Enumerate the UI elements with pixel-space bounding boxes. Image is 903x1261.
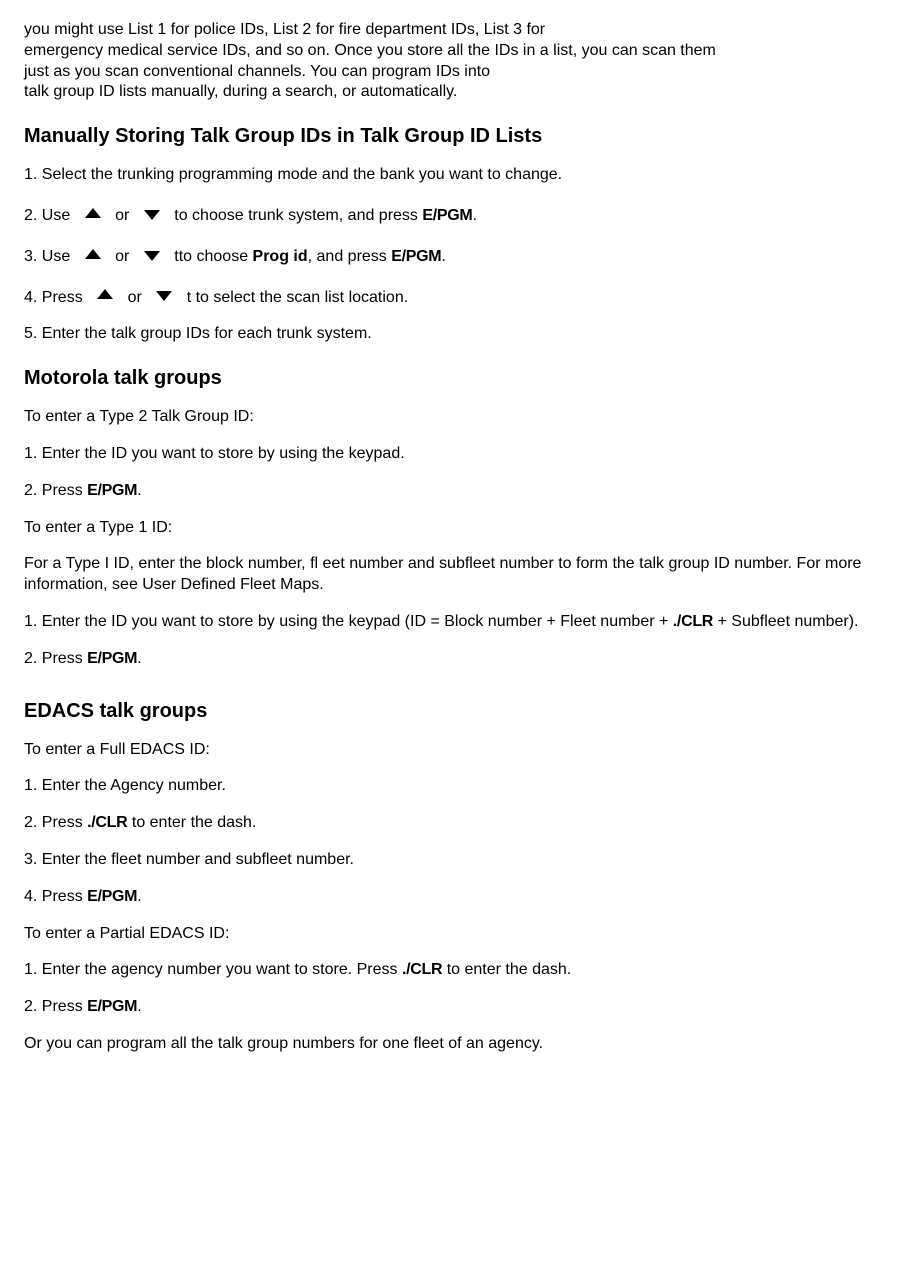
moto-type1-desc: For a Type I ID, enter the block number,…: [24, 554, 879, 596]
step-2b: or: [111, 207, 134, 224]
step-3e: , and press: [308, 248, 392, 265]
moto-type1-step1a: 1. Enter the ID you want to store by usi…: [24, 613, 673, 630]
arrow-up-icon: [97, 289, 113, 299]
epgm-key: E/PGM: [87, 650, 137, 667]
edacs-full-step2a: 2. Press: [24, 814, 87, 831]
arrow-up-icon: [85, 249, 101, 259]
step-5: 5. Enter the talk group IDs for each tru…: [24, 324, 879, 345]
prog-id-label: Prog id: [253, 248, 308, 265]
moto-type2-step2c: .: [137, 482, 141, 499]
edacs-full-step2: 2. Press ./CLR to enter the dash.: [24, 813, 879, 834]
moto-type1-step2: 2. Press E/PGM.: [24, 649, 879, 670]
edacs-partial-step2a: 2. Press: [24, 998, 87, 1015]
intro-line4: talk group ID lists manually, during a s…: [24, 83, 457, 100]
intro-paragraph: you might use List 1 for police IDs, Lis…: [24, 20, 879, 103]
edacs-full-step1: 1. Enter the Agency number.: [24, 776, 879, 797]
moto-type2-step2a: 2. Press: [24, 482, 87, 499]
moto-type1-step1: 1. Enter the ID you want to store by usi…: [24, 612, 879, 633]
edacs-full-step4c: .: [137, 888, 141, 905]
moto-type2-step1: 1. Enter the ID you want to store by usi…: [24, 444, 879, 465]
step-4c: t to select the scan list location.: [182, 289, 408, 306]
edacs-partial-step2: 2. Press E/PGM.: [24, 997, 879, 1018]
step-3b: or: [111, 248, 134, 265]
step-2e: .: [472, 207, 476, 224]
arrow-up-icon: [85, 208, 101, 218]
moto-type2-intro: To enter a Type 2 Talk Group ID:: [24, 407, 879, 428]
step-3c: tto choose: [170, 248, 253, 265]
edacs-partial-step1: 1. Enter the agency number you want to s…: [24, 960, 879, 981]
arrow-down-icon: [144, 210, 160, 220]
edacs-full-step2c: to enter the dash.: [127, 814, 256, 831]
moto-type2-step2: 2. Press E/PGM.: [24, 481, 879, 502]
edacs-full-intro: To enter a Full EDACS ID:: [24, 740, 879, 761]
clr-key: ./CLR: [673, 613, 713, 630]
step-2c: to choose trunk system, and press: [170, 207, 423, 224]
heading-manually-storing: Manually Storing Talk Group IDs in Talk …: [24, 123, 879, 149]
arrow-down-icon: [156, 291, 172, 301]
edacs-partial-step2c: .: [137, 998, 141, 1015]
epgm-key: E/PGM: [87, 888, 137, 905]
arrow-down-icon: [144, 251, 160, 261]
step-1: 1. Select the trunking programming mode …: [24, 165, 879, 186]
heading-motorola: Motorola talk groups: [24, 365, 879, 391]
step-4a: 4. Press: [24, 289, 87, 306]
edacs-partial-step1c: to enter the dash.: [442, 961, 571, 978]
step-2: 2. Use or to choose trunk system, and pr…: [24, 206, 879, 227]
intro-line2: emergency medical service IDs, and so on…: [24, 42, 716, 59]
intro-line1: you might use List 1 for police IDs, Lis…: [24, 21, 545, 38]
step-4b: or: [123, 289, 146, 306]
step-4: 4. Press or t to select the scan list lo…: [24, 288, 879, 309]
clr-key: ./CLR: [87, 814, 127, 831]
edacs-partial-step1a: 1. Enter the agency number you want to s…: [24, 961, 402, 978]
step-3: 3. Use or tto choose Prog id, and press …: [24, 247, 879, 268]
epgm-key: E/PGM: [391, 248, 441, 265]
moto-type1-step1c: + Subfleet number).: [713, 613, 858, 630]
epgm-key: E/PGM: [422, 207, 472, 224]
step-3a: 3. Use: [24, 248, 75, 265]
edacs-outro: Or you can program all the talk group nu…: [24, 1034, 879, 1055]
heading-edacs: EDACS talk groups: [24, 698, 879, 724]
edacs-full-step4a: 4. Press: [24, 888, 87, 905]
moto-type1-step2c: .: [137, 650, 141, 667]
edacs-full-step4: 4. Press E/PGM.: [24, 887, 879, 908]
edacs-full-step3: 3. Enter the fleet number and subfleet n…: [24, 850, 879, 871]
moto-type1-step2a: 2. Press: [24, 650, 87, 667]
intro-line3: just as you scan conventional channels. …: [24, 63, 490, 80]
step-2a: 2. Use: [24, 207, 75, 224]
epgm-key: E/PGM: [87, 998, 137, 1015]
step-3g: .: [441, 248, 445, 265]
moto-type1-intro: To enter a Type 1 ID:: [24, 518, 879, 539]
clr-key: ./CLR: [402, 961, 442, 978]
edacs-partial-intro: To enter a Partial EDACS ID:: [24, 924, 879, 945]
epgm-key: E/PGM: [87, 482, 137, 499]
